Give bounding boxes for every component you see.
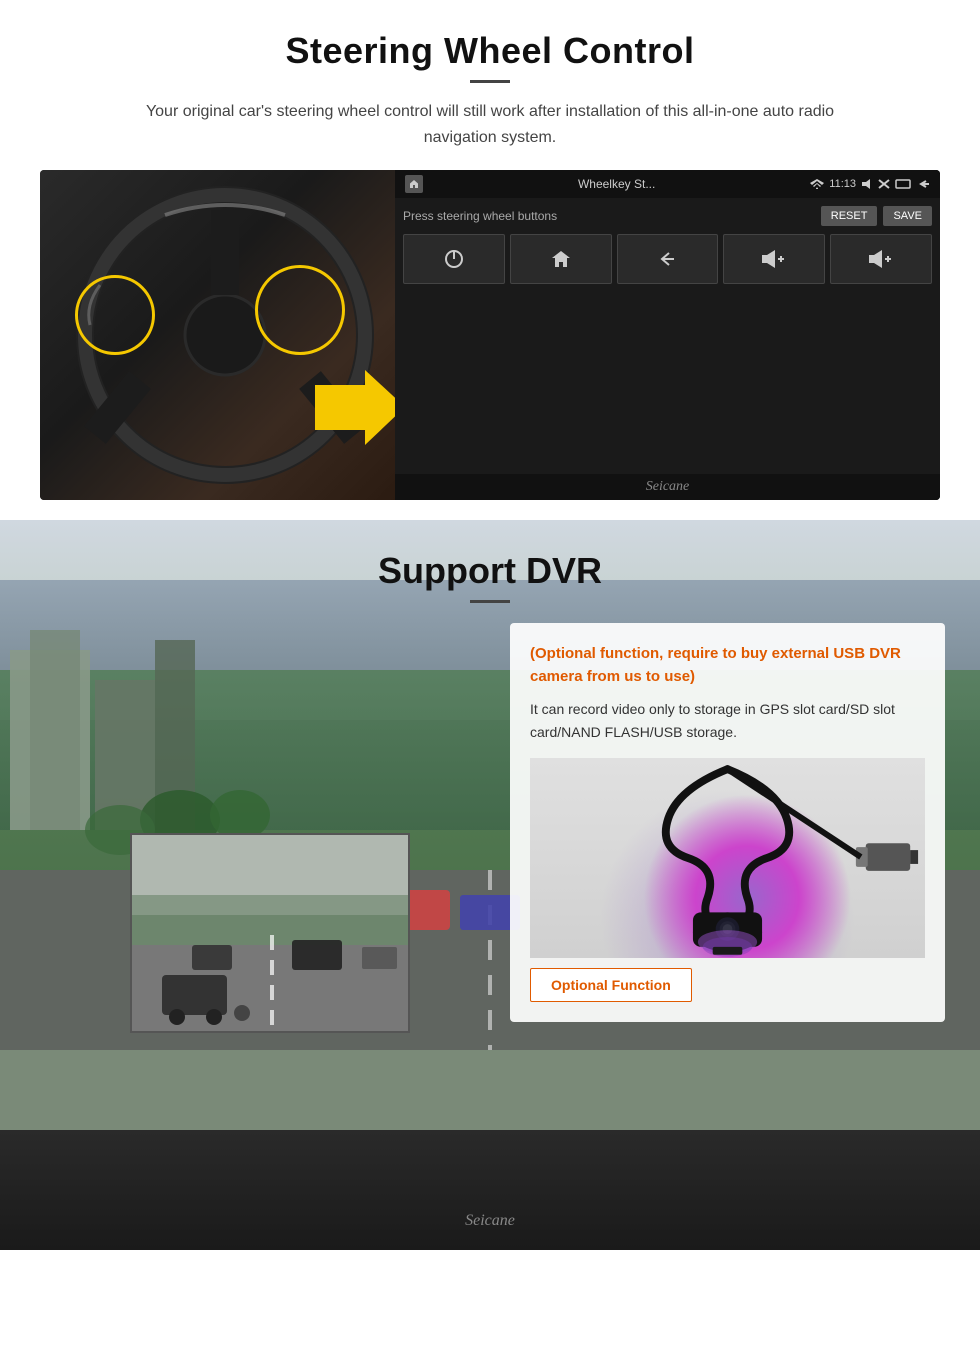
window-icon (895, 179, 911, 189)
dvr-thumbnail (130, 833, 410, 1033)
grid-vol-up-1 (723, 234, 825, 284)
wheelkey-content: Press steering wheel buttons RESET SAVE (395, 198, 940, 474)
dvr-camera-image (530, 758, 925, 958)
optional-function-badge: Optional Function (530, 958, 925, 1002)
close-icon (878, 179, 890, 189)
dvr-title-area: Support DVR (0, 520, 980, 623)
ctrl-buttons: RESET SAVE (821, 206, 932, 226)
swc-title: Steering Wheel Control (40, 30, 940, 72)
wifi-icon (810, 179, 824, 189)
dvr-title-divider (470, 600, 510, 603)
app-title: Wheelkey St... (429, 177, 804, 191)
instruction-label: Press steering wheel buttons (403, 209, 557, 223)
swc-seicane: Seicane (395, 474, 940, 500)
yellow-highlight-left (75, 275, 155, 355)
grid-power (403, 234, 505, 284)
home-btn-icon (550, 248, 572, 270)
swc-image-container: Wheelkey St... 11:13 Press steering whee… (40, 170, 940, 500)
time-display: 11:13 (829, 178, 856, 190)
yellow-highlight-right (255, 265, 345, 355)
vol-up-icon (761, 248, 787, 270)
home-icon (405, 175, 423, 193)
button-grid (403, 234, 932, 284)
speaker-icon (861, 179, 873, 189)
dvr-seicane: Seicane (0, 1202, 980, 1240)
dvr-body-text: It can record video only to storage in G… (530, 698, 925, 743)
grid-back (617, 234, 719, 284)
optional-badge-label: Optional Function (530, 968, 692, 1002)
steering-wheel-photo (40, 170, 410, 500)
yellow-arrow (315, 370, 405, 445)
dvr-main-content: (Optional function, require to buy exter… (0, 623, 980, 1203)
android-statusbar: Wheelkey St... 11:13 (395, 170, 940, 198)
thumbnail-scene (132, 835, 410, 1033)
back-icon (916, 179, 930, 189)
status-icons: 11:13 (810, 178, 930, 190)
grid-home (510, 234, 612, 284)
dvr-section: Support DVR (0, 520, 980, 1250)
swc-description: Your original car's steering wheel contr… (140, 99, 840, 150)
android-screen: Wheelkey St... 11:13 Press steering whee… (395, 170, 940, 500)
wheelkey-header: Press steering wheel buttons RESET SAVE (403, 206, 932, 226)
dvr-device-svg (530, 758, 925, 958)
dvr-optional-notice: (Optional function, require to buy exter… (530, 643, 925, 688)
dvr-info-card: (Optional function, require to buy exter… (510, 623, 945, 1022)
reset-button[interactable]: RESET (821, 206, 878, 226)
swc-title-divider (470, 80, 510, 83)
dvr-title: Support DVR (0, 550, 980, 592)
vol-up-icon-2 (868, 248, 894, 270)
steering-wheel-section: Steering Wheel Control Your original car… (0, 0, 980, 520)
save-button[interactable]: SAVE (883, 206, 932, 226)
back-btn-icon (656, 248, 678, 270)
grid-vol-up-2 (830, 234, 932, 284)
power-icon (443, 248, 465, 270)
